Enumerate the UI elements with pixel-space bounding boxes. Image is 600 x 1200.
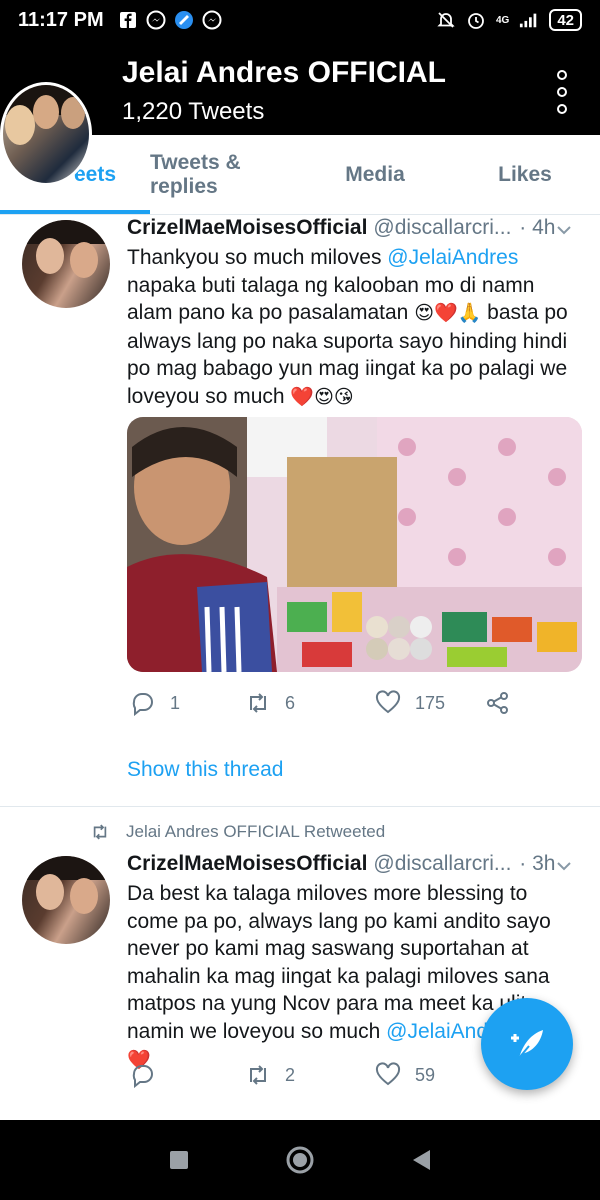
author-name[interactable]: CrizelMaeMoisesOfficial: [127, 852, 367, 875]
retweet-button[interactable]: 2: [245, 1062, 375, 1088]
facebook-icon: [118, 10, 138, 30]
like-button[interactable]: 175: [375, 690, 485, 716]
reply-icon: [132, 693, 153, 716]
tweet-1[interactable]: CrizelMaeMoisesOfficial @discallarcri... …: [0, 216, 600, 806]
chevron-down-icon[interactable]: [556, 222, 572, 238]
tweet-header: CrizelMaeMoisesOfficial @discallarcri... …: [127, 216, 555, 240]
compose-tweet-button[interactable]: [481, 998, 573, 1090]
author-handle: @discallarcri...: [373, 216, 512, 239]
reply-icon: [132, 1065, 153, 1088]
emoji-group: 😍❤️🙏: [414, 302, 482, 324]
tab-tweets-replies[interactable]: Tweets & replies: [150, 135, 300, 214]
author-handle: @discallarcri...: [373, 852, 512, 875]
reply-button[interactable]: [130, 1062, 245, 1088]
like-button[interactable]: 59: [375, 1062, 485, 1088]
retweet-icon: [250, 1065, 266, 1085]
author-name[interactable]: CrizelMaeMoisesOfficial: [127, 216, 367, 239]
compose-feather-icon: [511, 1030, 543, 1059]
status-bar: 11:17 PM 4G 42: [0, 0, 600, 40]
battery-indicator: 42: [549, 9, 582, 31]
tweet-photo[interactable]: [127, 417, 582, 672]
tweet-header: CrizelMaeMoisesOfficial @discallarcri... …: [127, 852, 555, 876]
messenger-icon: [146, 10, 166, 30]
mention-link[interactable]: @JelaiAndres: [387, 246, 518, 269]
tweet-actions: 2 59: [130, 1062, 485, 1088]
tweet-count: 1,220 Tweets: [122, 98, 265, 125]
tweet-author-avatar[interactable]: [22, 220, 110, 308]
recents-icon[interactable]: [168, 1149, 190, 1171]
tab-media[interactable]: Media: [300, 135, 450, 214]
alarm-icon: [466, 10, 486, 30]
system-nav-bar: [0, 1120, 600, 1200]
retweet-label: Jelai Andres OFFICIAL Retweeted: [90, 822, 385, 842]
share-icon: [487, 692, 508, 714]
tweet-author-avatar[interactable]: [22, 856, 110, 944]
retweet-icon: [250, 693, 266, 713]
retweet-count: 2: [285, 1064, 296, 1085]
show-thread-link[interactable]: Show this thread: [127, 758, 283, 782]
tweet-text: Thankyou so much miloves @JelaiAndres na…: [127, 246, 568, 408]
retweet-count: 6: [285, 692, 296, 713]
mute-bell-icon: [436, 10, 456, 30]
messenger-icon-2: [202, 10, 222, 30]
home-icon[interactable]: [285, 1145, 315, 1175]
app-badge-icon: [174, 10, 194, 30]
share-button[interactable]: [485, 690, 511, 716]
tweet-time: · 4h: [519, 216, 556, 239]
reply-button[interactable]: 1: [130, 690, 245, 716]
profile-avatar[interactable]: [0, 82, 92, 186]
more-options-icon[interactable]: [554, 70, 570, 114]
tweet-time: · 3h: [519, 852, 556, 875]
network-type: 4G: [495, 14, 510, 26]
like-count: 175: [415, 692, 446, 713]
signal-icon: [519, 10, 539, 30]
heart-icon: [375, 1062, 401, 1086]
back-icon[interactable]: [410, 1148, 432, 1172]
reply-count: 1: [170, 692, 181, 713]
retweet-button[interactable]: 6: [245, 690, 375, 716]
heart-icon: [375, 690, 401, 714]
tab-likes[interactable]: Likes: [450, 135, 600, 214]
chevron-down-icon[interactable]: [556, 858, 572, 874]
tweet-divider: [0, 806, 600, 807]
retweet-small-icon: [93, 824, 107, 840]
like-count: 59: [415, 1064, 436, 1085]
emoji-group-2: ❤️😍😘: [290, 385, 354, 408]
tweet-actions: 1 6 175: [130, 690, 511, 716]
status-time: 11:17 PM: [18, 8, 104, 31]
profile-title: Jelai Andres OFFICIAL: [122, 56, 446, 89]
